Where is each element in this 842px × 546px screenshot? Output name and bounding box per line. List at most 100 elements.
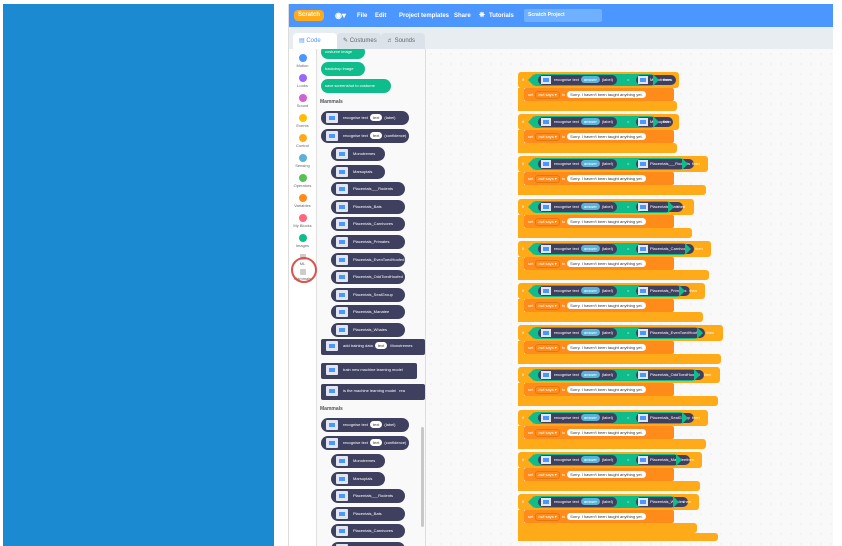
if-header[interactable]: if recognise text answer (label) = Monotremes… <box>518 72 679 88</box>
if-then-block[interactable]: if recognise text answer (label) = Placentals… <box>518 494 738 536</box>
category-variables[interactable]: Variables <box>289 194 316 208</box>
if-then-block[interactable]: if recognise text answer (label) = Placentals… <box>518 325 738 367</box>
is-model-ready-block[interactable]: is the machine learning model rea <box>321 384 425 400</box>
add-training-data-block[interactable]: add training data text Monotremes <box>321 339 425 355</box>
category-sound[interactable]: Sound <box>289 94 316 108</box>
palette-block-2[interactable]: save screenshot to costume <box>321 79 391 93</box>
answer-reporter[interactable]: answer <box>580 160 600 168</box>
equals-condition[interactable]: recognise text answer (label) = Placentals_W… <box>527 496 689 508</box>
if-header[interactable]: if recognise text answer (label) = Placentals… <box>518 367 720 384</box>
recognise-text-reporter[interactable]: recognise text answer (label) <box>538 328 617 339</box>
palette-scrollbar[interactable] <box>421 427 424 527</box>
value-input[interactable]: Sorry. I haven't been taught anything ye… <box>567 259 646 267</box>
label-reporter[interactable]: Placentals_Manatee <box>636 454 691 465</box>
value-input[interactable]: Sorry. I haven't been taught anything ye… <box>567 302 646 309</box>
recognise-text-reporter[interactable]: recognise text answer (label) <box>538 412 617 423</box>
recognise-text-label-block[interactable]: recognise text text (label) <box>321 111 409 125</box>
label-reporter[interactable]: Placentals_Bats <box>636 201 683 212</box>
variable-dropdown[interactable]: owl says ▾ <box>535 91 560 99</box>
if-then-block[interactable]: if recognise text answer (label) = Placentals… <box>518 451 738 494</box>
variable-dropdown[interactable]: owl says ▾ <box>535 386 560 395</box>
variable-dropdown[interactable]: owl says ▾ <box>535 302 560 310</box>
if-header[interactable]: if recognise text answer (label) = Placentals… <box>518 283 706 299</box>
label-reporter[interactable]: Placentals_SealGroup <box>636 412 694 423</box>
value-input[interactable]: Sorry. I haven't been taught anything ye… <box>567 470 646 478</box>
tab-costumes[interactable]: ✎ Costumes <box>337 33 381 49</box>
answer-reporter[interactable]: answer <box>580 287 600 294</box>
label-block[interactable]: Placentals_Bats <box>331 506 405 521</box>
variable-dropdown[interactable]: owl says ▾ <box>535 175 560 184</box>
recognise-text-reporter[interactable]: recognise text answer (label) <box>538 159 617 170</box>
label-reporter[interactable]: Placentals_Whales <box>636 497 689 507</box>
label-reporter[interactable]: Placentals_Primates <box>636 286 691 296</box>
set-variable-block[interactable]: set owl says ▾ to Sorry. I haven't been tau… <box>524 425 674 439</box>
recognise-text-reporter[interactable]: recognise text answer (label) <box>538 201 617 212</box>
value-input[interactable]: Sorry. I haven't been taught anything ye… <box>567 386 646 394</box>
answer-reporter[interactable]: answer <box>580 455 600 463</box>
label-block[interactable]: Placentals_Carnivores <box>331 524 405 539</box>
variable-dropdown[interactable]: owl says ▾ <box>535 133 560 142</box>
variable-dropdown[interactable]: owl says ▾ <box>535 513 560 521</box>
text-input[interactable]: text <box>369 114 383 121</box>
label-block[interactable]: Placentals_Manatee <box>331 305 405 320</box>
label-block[interactable]: Marsupials <box>331 164 385 179</box>
equals-condition[interactable]: recognise text answer (label) = Monotremes <box>528 74 677 86</box>
train-model-block[interactable]: train new machine learning model <box>321 363 417 379</box>
label-block[interactable]: Marsupials <box>331 471 385 486</box>
label-block[interactable]: Monotremes <box>331 147 385 161</box>
recognise-text-reporter[interactable]: recognise text answer (label) <box>538 117 617 128</box>
equals-condition[interactable]: recognise text answer (label) = Placentals_C… <box>528 242 695 255</box>
set-variable-block[interactable]: set owl says ▾ to Sorry. I haven't been tau… <box>524 88 674 101</box>
if-header[interactable]: if recognise text answer (label) = Placentals… <box>518 156 708 173</box>
scratch-logo[interactable]: Scratch <box>294 10 324 21</box>
menu-tutorials[interactable]: Tutorials <box>489 13 514 19</box>
label-block[interactable]: Monotremes <box>331 454 385 468</box>
set-variable-block[interactable]: set owl says ▾ to Sorry. I haven't been tau… <box>524 214 674 228</box>
equals-condition[interactable]: recognise text answer (label) = Placentals_S… <box>528 411 694 424</box>
value-input[interactable]: Sorry. I haven't been taught anything ye… <box>567 91 646 98</box>
label-reporter[interactable]: Placentals___Rodents <box>636 159 695 170</box>
text-input[interactable]: text <box>369 132 383 139</box>
answer-reporter[interactable]: answer <box>580 329 600 337</box>
label-block[interactable]: Placentals_Carnivores <box>331 217 405 232</box>
recognise-text-reporter[interactable]: recognise text answer (label) <box>538 75 617 85</box>
equals-condition[interactable]: recognise text answer (label) = Placentals_O… <box>528 369 704 382</box>
recognise-text-confidence-block[interactable]: recognise text text (confidence) <box>321 129 409 143</box>
label-dropdown[interactable]: Monotremes <box>390 343 412 348</box>
answer-reporter[interactable]: answer <box>580 413 600 421</box>
palette-block-0[interactable]: costume image <box>321 49 365 59</box>
project-title-input[interactable]: Scratch Project <box>524 9 602 22</box>
label-block[interactable]: Placentals_OddToedHoofed <box>331 270 405 285</box>
variable-dropdown[interactable]: owl says ▾ <box>535 344 560 353</box>
recognise-text-confidence-block[interactable]: recognise text text (confidence) <box>321 436 409 450</box>
value-input[interactable]: Sorry. I haven't been taught anything ye… <box>567 175 646 183</box>
set-variable-block[interactable]: set owl says ▾ to Sorry. I haven't been tau… <box>524 341 674 355</box>
value-input[interactable]: Sorry. I haven't been taught anything ye… <box>567 428 646 436</box>
if-then-block[interactable]: if recognise text answer (label) = Placentals… <box>518 367 738 409</box>
label-block[interactable]: Placentals_Bats <box>331 199 405 214</box>
set-variable-block[interactable]: set owl says ▾ to Sorry. I haven't been tau… <box>524 172 674 186</box>
answer-reporter[interactable]: answer <box>580 371 600 379</box>
label-block[interactable]: Placentals___Rodents <box>331 489 405 504</box>
answer-reporter[interactable]: answer <box>580 202 600 210</box>
label-block[interactable]: Placentals_SealGroup <box>331 287 405 302</box>
label-block[interactable]: Placentals_EvenToedHoofed <box>331 252 405 267</box>
value-input[interactable]: Sorry. I haven't been taught anything ye… <box>567 513 646 520</box>
menu-project-templates[interactable]: Project templates <box>399 13 449 19</box>
label-block[interactable]: Placentals___Rodents <box>331 182 405 197</box>
if-then-block[interactable]: if recognise text answer (label) = Monotremes… <box>518 72 738 114</box>
menu-share[interactable]: Share <box>454 13 471 19</box>
answer-reporter[interactable]: answer <box>580 498 600 505</box>
if-header[interactable]: if recognise text answer (label) = Placentals… <box>518 198 694 215</box>
if-then-block[interactable]: if recognise text answer (label) = Placentals… <box>518 240 738 283</box>
if-header[interactable]: if recognise text answer (label) = Placentals… <box>518 240 711 257</box>
label-block[interactable]: Placentals_Primates <box>331 235 405 249</box>
value-input[interactable]: Sorry. I haven't been taught anything ye… <box>567 217 646 225</box>
if-header[interactable]: if recognise text answer (label) = Placentals… <box>518 325 723 342</box>
tab-sounds[interactable]: ♬ Sounds <box>381 33 425 49</box>
globe-icon[interactable]: ◉▾ <box>335 11 346 20</box>
text-input[interactable]: text <box>369 439 383 446</box>
value-input[interactable]: Sorry. I haven't been taught anything ye… <box>567 133 646 141</box>
label-reporter[interactable]: Placentals_EvenToedHoofed <box>636 328 706 339</box>
palette-block-1[interactable]: backdrop image <box>321 62 365 76</box>
